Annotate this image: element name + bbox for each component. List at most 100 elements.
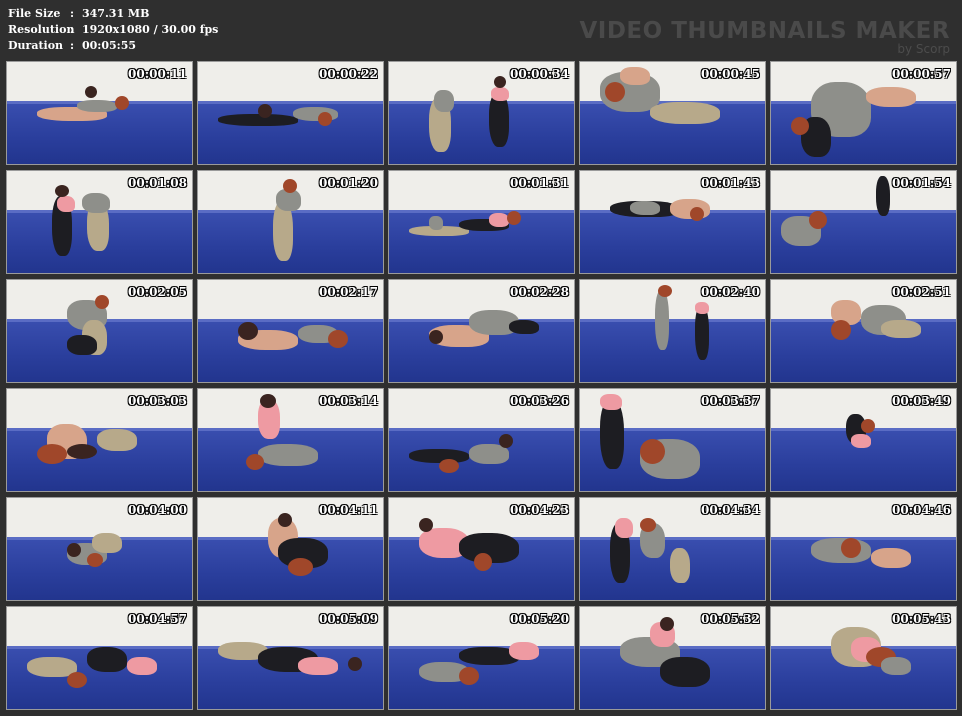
thumbnail-timestamp: 00:04:00 (128, 503, 187, 517)
thumbnail-timestamp: 00:00:34 (510, 67, 569, 81)
thumbnail-timestamp: 00:04:57 (128, 612, 187, 626)
figure-shape (318, 112, 332, 126)
thumbnail-mat (580, 318, 765, 382)
figure-shape (509, 642, 539, 660)
figure-shape (67, 444, 97, 459)
figure-shape (37, 444, 67, 464)
figure-shape (67, 543, 81, 557)
thumbnail-mat (198, 100, 383, 164)
video-thumbnail: 00:04:23 (388, 497, 575, 601)
figure-shape (658, 285, 672, 297)
video-thumbnail: 00:00:57 (770, 61, 957, 165)
figure-shape (660, 617, 674, 631)
video-thumbnail: 00:00:22 (197, 61, 384, 165)
figure-shape (258, 104, 272, 118)
figure-shape (507, 211, 521, 225)
figure-shape (85, 86, 97, 98)
duration-label: Duration (8, 39, 64, 52)
figure-shape (298, 657, 338, 675)
figure-shape (278, 513, 292, 527)
video-thumbnail: 00:02:28 (388, 279, 575, 383)
figure-shape (494, 76, 506, 88)
figure-shape (97, 429, 137, 451)
thumbnail-timestamp: 00:03:26 (510, 394, 569, 408)
thumbnail-timestamp: 00:00:45 (701, 67, 760, 81)
video-thumbnail: 00:05:09 (197, 606, 384, 710)
figure-shape (600, 394, 622, 410)
video-thumbnail: 00:02:51 (770, 279, 957, 383)
figure-shape (238, 322, 258, 340)
figure-shape (218, 114, 298, 126)
video-thumbnail: 00:03:37 (579, 388, 766, 492)
video-thumbnail: 00:03:26 (388, 388, 575, 492)
thumbnail-timestamp: 00:05:43 (892, 612, 951, 626)
figure-shape (87, 647, 127, 672)
video-thumbnail: 00:00:11 (6, 61, 193, 165)
info-separator: : (70, 7, 75, 20)
thumbnail-timestamp: 00:01:54 (892, 176, 951, 190)
thumbnail-timestamp: 00:03:49 (892, 394, 951, 408)
thumbnail-timestamp: 00:04:34 (701, 503, 760, 517)
duration-row: Duration:00:05:55 (8, 38, 218, 54)
figure-shape (409, 449, 469, 463)
thumbnail-timestamp: 00:01:31 (510, 176, 569, 190)
thumbnail-timestamp: 00:04:11 (319, 503, 378, 517)
figure-shape (881, 657, 911, 675)
resolution-label: Resolution (8, 23, 75, 36)
thumbnail-timestamp: 00:00:22 (319, 67, 378, 81)
figure-shape (861, 419, 875, 433)
figure-shape (630, 201, 660, 215)
figure-shape (92, 533, 122, 553)
thumbnail-timestamp: 00:00:57 (892, 67, 951, 81)
figure-shape (690, 207, 704, 221)
thumbnail-timestamp: 00:05:20 (510, 612, 569, 626)
duration-value: 00:05:55 (82, 39, 137, 52)
figure-shape (650, 102, 720, 124)
video-thumbnail: 00:04:46 (770, 497, 957, 601)
thumbnail-mat (580, 209, 765, 273)
video-thumbnail: 00:05:43 (770, 606, 957, 710)
figure-shape (809, 211, 827, 229)
thumbnail-timestamp: 00:02:28 (510, 285, 569, 299)
figure-shape (660, 657, 710, 687)
info-separator: : (70, 39, 75, 52)
figure-shape (434, 90, 454, 112)
figure-shape (605, 82, 625, 102)
thumbnail-grid: 00:00:11 00:00:22 00:00:34 00:00:45 00:00:57… (6, 61, 957, 710)
figure-shape (871, 548, 911, 568)
figure-shape (640, 518, 656, 532)
figure-shape (288, 558, 313, 576)
thumbnail-timestamp: 00:02:51 (892, 285, 951, 299)
figure-shape (82, 193, 110, 213)
figure-shape (489, 213, 509, 227)
thumbnail-timestamp: 00:03:14 (319, 394, 378, 408)
figure-shape (429, 330, 443, 344)
video-thumbnail: 00:03:14 (197, 388, 384, 492)
video-thumbnail: 00:01:20 (197, 170, 384, 274)
info-separator: : (70, 23, 75, 36)
figure-shape (866, 87, 916, 107)
thumbnail-timestamp: 00:02:05 (128, 285, 187, 299)
watermark-subtitle: by Scorp (897, 42, 950, 56)
figure-shape (419, 518, 433, 532)
figure-shape (615, 518, 633, 538)
figure-shape (620, 67, 650, 85)
figure-shape (841, 538, 861, 558)
thumbnail-timestamp: 00:01:20 (319, 176, 378, 190)
video-thumbnail: 00:03:49 (770, 388, 957, 492)
resolution-row: Resolution: 1920x1080 / 30.00 fps (8, 22, 218, 38)
figure-shape (246, 454, 264, 470)
thumbnail-timestamp: 00:05:09 (319, 612, 378, 626)
figure-shape (57, 196, 75, 212)
figure-shape (851, 434, 871, 448)
video-thumbnail: 00:01:54 (770, 170, 957, 274)
figure-shape (439, 459, 459, 473)
video-thumbnail: 00:02:05 (6, 279, 193, 383)
figure-shape (67, 672, 87, 688)
figure-shape (87, 553, 103, 567)
figure-shape (127, 657, 157, 675)
thumbnail-mat (198, 318, 383, 382)
video-thumbnail: 00:01:08 (6, 170, 193, 274)
thumbnail-timestamp: 00:02:17 (319, 285, 378, 299)
thumbnail-timestamp: 00:03:37 (701, 394, 760, 408)
